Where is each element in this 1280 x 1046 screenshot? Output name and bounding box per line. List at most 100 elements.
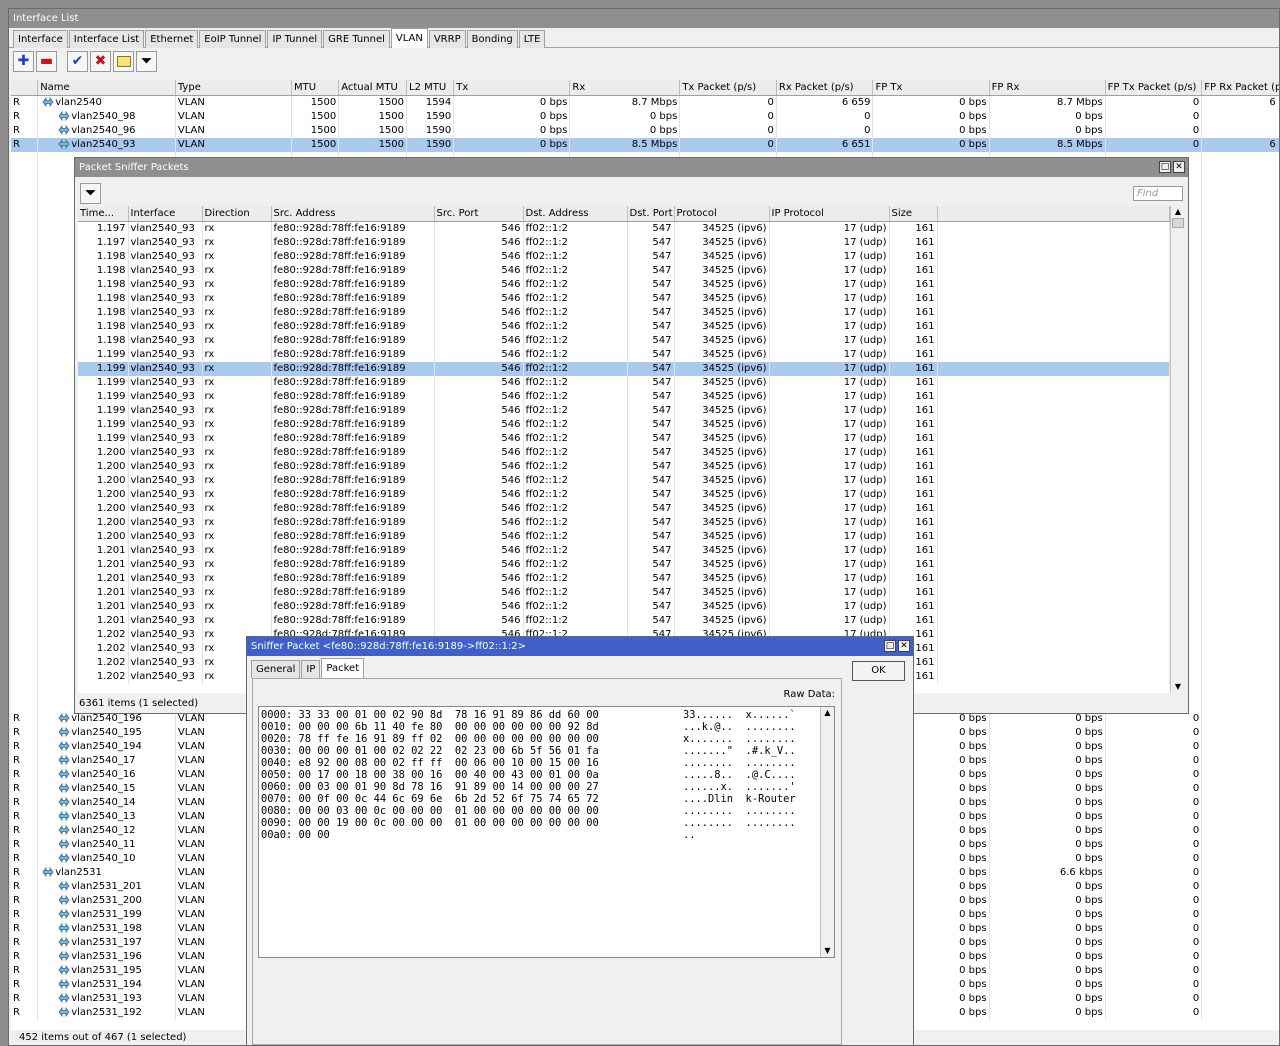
- column-header-interface[interactable]: Interface: [128, 206, 203, 222]
- column-header-ip-protocol[interactable]: IP Protocol: [769, 206, 890, 222]
- scroll-thumb[interactable]: [1172, 218, 1184, 228]
- packet-row[interactable]: 1.199 vlan2540_93 rx fe80::928d:78ff:fe16:9…: [78, 404, 1170, 418]
- packet-tab-general[interactable]: General: [251, 660, 301, 678]
- packet-row[interactable]: 1.199 vlan2540_93 rx fe80::928d:78ff:fe16:9…: [78, 432, 1170, 446]
- column-header-size[interactable]: Size: [889, 206, 938, 222]
- interface-list-titlebar[interactable]: Interface List: [9, 9, 1279, 28]
- packet-table-scrollbar[interactable]: ▲ ▼: [1170, 206, 1185, 693]
- scroll-down-arrow[interactable]: ▼: [1171, 681, 1185, 693]
- scroll-up-arrow[interactable]: ▲: [1171, 206, 1185, 218]
- packet-row[interactable]: 1.200 vlan2540_93 rx fe80::928d:78ff:fe16:9…: [78, 488, 1170, 502]
- packet-row[interactable]: 1.198 vlan2540_93 rx fe80::928d:78ff:fe16:9…: [78, 250, 1170, 264]
- column-header-actual-mtu[interactable]: Actual MTU: [338, 80, 408, 96]
- column-header-fp-rx[interactable]: FP Rx: [989, 80, 1106, 96]
- packet-row[interactable]: 1.200 vlan2540_93 rx fe80::928d:78ff:fe16:9…: [78, 460, 1170, 474]
- raw-data-scrollbar[interactable]: ▲ ▼: [820, 707, 834, 957]
- packet-row[interactable]: 1.199 vlan2540_93 rx fe80::928d:78ff:fe16:9…: [78, 390, 1170, 404]
- packet-row[interactable]: 1.201 vlan2540_93 rx fe80::928d:78ff:fe16:9…: [78, 558, 1170, 572]
- row-fprx: 0 bps: [989, 978, 1106, 992]
- packet-row[interactable]: 1.199 vlan2540_93 rx fe80::928d:78ff:fe16:9…: [78, 418, 1170, 432]
- packet-row[interactable]: 1.200 vlan2540_93 rx fe80::928d:78ff:fe16:9…: [78, 530, 1170, 544]
- packet-row[interactable]: 1.199 vlan2540_93 rx fe80::928d:78ff:fe16:9…: [78, 376, 1170, 390]
- interface-tab-ip-tunnel[interactable]: IP Tunnel: [267, 30, 323, 48]
- find-input[interactable]: Find: [1133, 186, 1183, 201]
- packet-row[interactable]: 1.197 vlan2540_93 rx fe80::928d:78ff:fe16:9…: [78, 236, 1170, 250]
- packet-row[interactable]: 1.201 vlan2540_93 rx fe80::928d:78ff:fe16:9…: [78, 614, 1170, 628]
- interface-tab-vrrp[interactable]: VRRP: [428, 30, 466, 48]
- packet-row[interactable]: 1.200 vlan2540_93 rx fe80::928d:78ff:fe16:9…: [78, 516, 1170, 530]
- column-header-protocol[interactable]: Protocol: [674, 206, 770, 222]
- packet-row[interactable]: 1.201 vlan2540_93 rx fe80::928d:78ff:fe16:9…: [78, 600, 1170, 614]
- interface-tab-lte[interactable]: LTE: [518, 30, 546, 48]
- column-header-name[interactable]: Name: [37, 80, 176, 96]
- scroll-down-arrow[interactable]: ▼: [821, 945, 834, 957]
- table-row[interactable]: Rvlan2540_98 VLAN 1500 1500 1590 0 bps 0 bps 0 0…: [11, 110, 1279, 124]
- add-button[interactable]: ✚: [13, 50, 34, 72]
- column-header-l2-mtu[interactable]: L2 MTU: [406, 80, 455, 96]
- packet-row[interactable]: 1.201 vlan2540_93 rx fe80::928d:78ff:fe16:9…: [78, 572, 1170, 586]
- column-header-time[interactable]: Time...: [78, 206, 129, 222]
- interface-tab-interface[interactable]: Interface: [13, 30, 68, 48]
- packet-row[interactable]: 1.200 vlan2540_93 rx fe80::928d:78ff:fe16:9…: [78, 474, 1170, 488]
- sniffer-packet-titlebar[interactable]: Sniffer Packet <fe80::928d:78ff:fe16:918…: [247, 637, 913, 656]
- packet-interface: vlan2540_93: [128, 586, 203, 600]
- packet-tab-ip[interactable]: IP: [301, 660, 321, 678]
- packet-row[interactable]: 1.199 vlan2540_93 rx fe80::928d:78ff:fe16:9…: [78, 348, 1170, 362]
- packet-tab-packet[interactable]: Packet: [321, 658, 365, 678]
- packet-row[interactable]: 1.198 vlan2540_93 rx fe80::928d:78ff:fe16:9…: [78, 292, 1170, 306]
- row-fprxp: 0: [1201, 740, 1279, 754]
- scroll-up-arrow[interactable]: ▲: [821, 707, 834, 719]
- interface-tab-gre-tunnel[interactable]: GRE Tunnel: [323, 30, 390, 48]
- close-button[interactable]: ✕: [1173, 161, 1185, 173]
- column-header-rx-packet-p-s[interactable]: Rx Packet (p/s): [776, 80, 874, 96]
- column-header-direction[interactable]: Direction: [202, 206, 272, 222]
- column-header-rx[interactable]: Rx: [569, 80, 681, 96]
- comment-button[interactable]: [113, 50, 134, 72]
- ok-button[interactable]: OK: [852, 661, 905, 681]
- enable-button[interactable]: ✔: [67, 50, 88, 72]
- interface-tab-ethernet[interactable]: Ethernet: [145, 30, 199, 48]
- column-header-fp-tx-packet-p-s[interactable]: FP Tx Packet (p/s): [1105, 80, 1203, 96]
- packet-row[interactable]: 1.201 vlan2540_93 rx fe80::928d:78ff:fe16:9…: [78, 544, 1170, 558]
- packet-row[interactable]: 1.198 vlan2540_93 rx fe80::928d:78ff:fe16:9…: [78, 320, 1170, 334]
- raw-data-box[interactable]: 0000: 33 33 00 01 00 02 90 8d 78 16 91 8…: [258, 706, 835, 958]
- interface-tab-interface-list[interactable]: Interface List: [68, 30, 145, 48]
- packet-row[interactable]: 1.198 vlan2540_93 rx fe80::928d:78ff:fe16:9…: [78, 306, 1170, 320]
- column-header-dst-port[interactable]: Dst. Port: [627, 206, 675, 222]
- packet-row[interactable]: 1.200 vlan2540_93 rx fe80::928d:78ff:fe16:9…: [78, 502, 1170, 516]
- packet-interface: vlan2540_93: [128, 614, 203, 628]
- disable-button[interactable]: ✖: [90, 50, 111, 72]
- table-row[interactable]: Rvlan2540_93 VLAN 1500 1500 1590 0 bps 8.5 Mbp…: [11, 138, 1279, 152]
- column-header-type[interactable]: Type: [175, 80, 292, 96]
- column-header-fp-rx-packet-p-s[interactable]: FP Rx Packet (p/s): [1201, 80, 1279, 96]
- column-header-tx[interactable]: Tx: [453, 80, 571, 96]
- interface-tab-vlan[interactable]: VLAN: [390, 28, 428, 48]
- packet-row[interactable]: 1.198 vlan2540_93 rx fe80::928d:78ff:fe16:9…: [78, 264, 1170, 278]
- maximize-button[interactable]: □: [1159, 161, 1171, 173]
- interface-tab-eoip-tunnel[interactable]: EoIP Tunnel: [199, 30, 267, 48]
- column-header-src-address[interactable]: Src. Address: [271, 206, 435, 222]
- packet-row[interactable]: 1.201 vlan2540_93 rx fe80::928d:78ff:fe16:9…: [78, 586, 1170, 600]
- row-flag: R: [11, 866, 39, 880]
- column-header-fp-tx[interactable]: FP Tx: [872, 80, 990, 96]
- table-row[interactable]: Rvlan2540_96 VLAN 1500 1500 1590 0 bps 0 bps 0 0…: [11, 124, 1279, 138]
- packet-row[interactable]: 1.199 vlan2540_93 rx fe80::928d:78ff:fe16:9…: [78, 362, 1170, 376]
- column-header-flag[interactable]: [11, 80, 39, 96]
- packet-row[interactable]: 1.198 vlan2540_93 rx fe80::928d:78ff:fe16:9…: [78, 334, 1170, 348]
- table-row[interactable]: Rvlan2540 VLAN 1500 1500 1594 0 bps 8.7 Mbps 0 6…: [11, 95, 1279, 110]
- column-header-src-port[interactable]: Src. Port: [434, 206, 524, 222]
- column-header-mtu[interactable]: MTU: [291, 80, 340, 96]
- packet-dport: 547: [627, 488, 675, 502]
- column-header-dst-address[interactable]: Dst. Address: [523, 206, 628, 222]
- packet-row[interactable]: 1.197 vlan2540_93 rx fe80::928d:78ff:fe16:9…: [78, 221, 1170, 236]
- sniffer-filter-button[interactable]: ⏷: [80, 183, 101, 204]
- filter-button[interactable]: ⏷: [136, 50, 157, 72]
- packet-sniffer-titlebar[interactable]: Packet Sniffer Packets: [75, 158, 1188, 177]
- interface-tab-bonding[interactable]: Bonding: [466, 30, 518, 48]
- close-button[interactable]: ✕: [898, 640, 910, 652]
- remove-button[interactable]: ▬: [36, 50, 57, 72]
- packet-row[interactable]: 1.198 vlan2540_93 rx fe80::928d:78ff:fe16:9…: [78, 278, 1170, 292]
- column-header-tx-packet-p-s[interactable]: Tx Packet (p/s): [679, 80, 777, 96]
- maximize-button[interactable]: □: [884, 640, 896, 652]
- packet-row[interactable]: 1.200 vlan2540_93 rx fe80::928d:78ff:fe16:9…: [78, 446, 1170, 460]
